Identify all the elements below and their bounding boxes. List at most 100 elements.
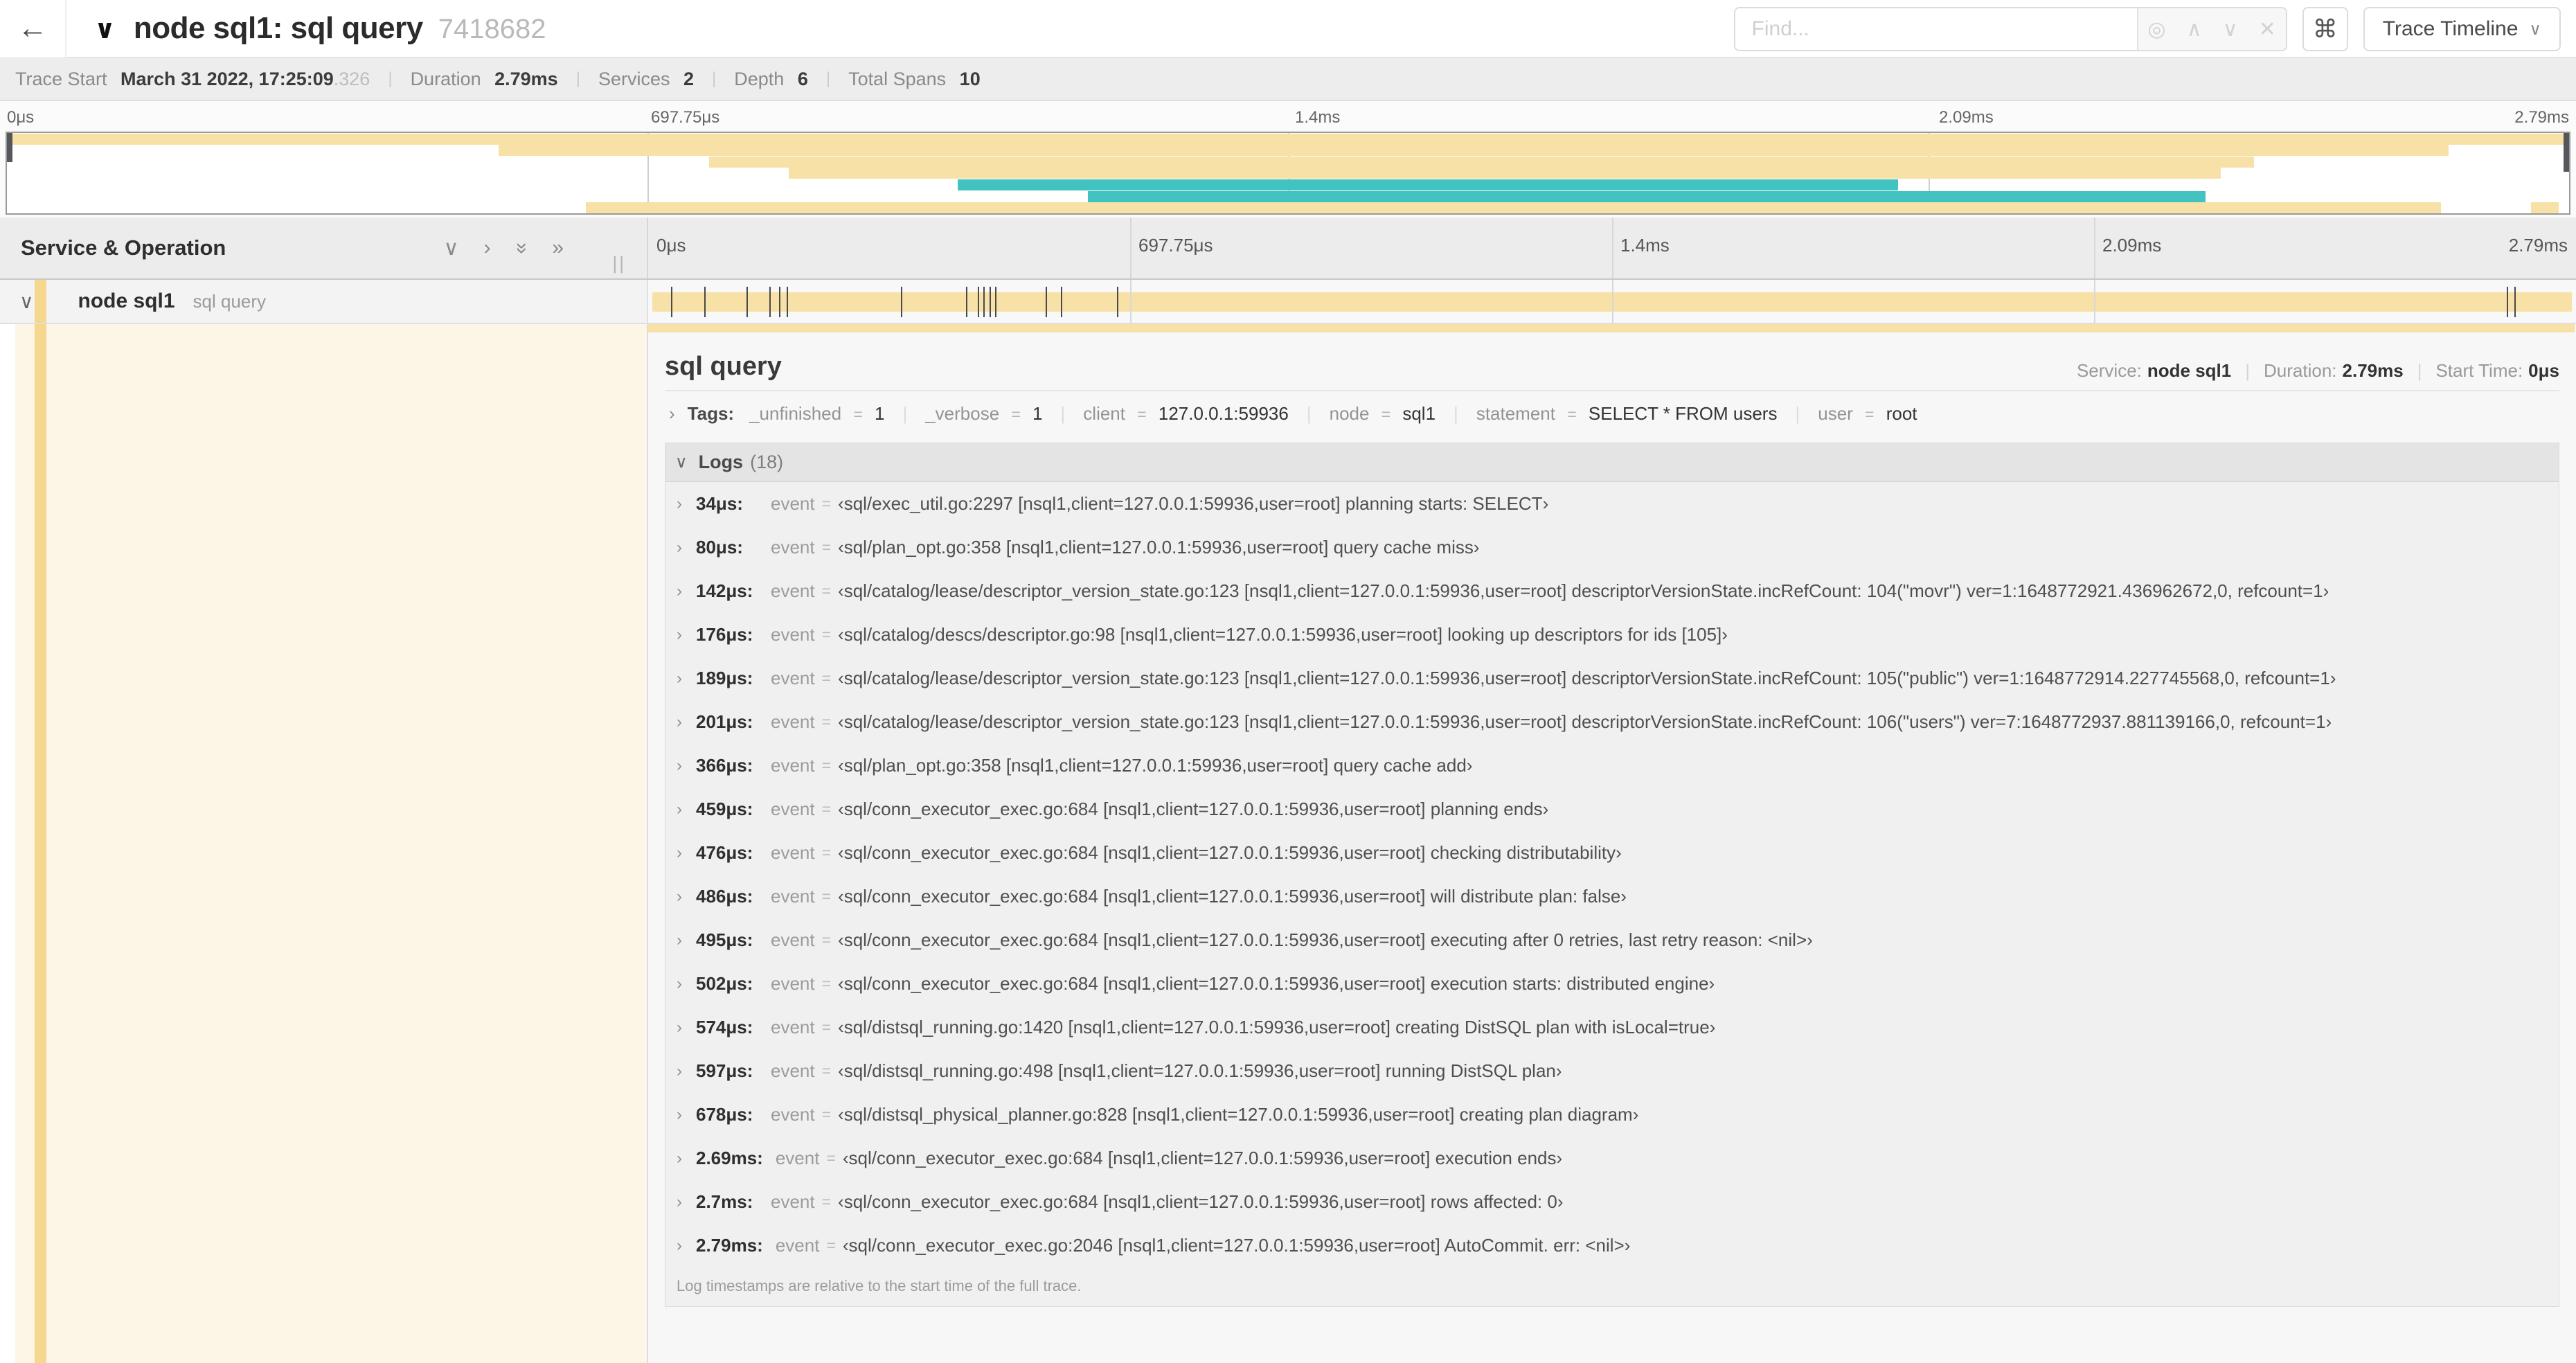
tag-key: user: [1818, 402, 1859, 424]
timeline-column-header: Service & Operation ∨ › » » || 0μs 697.75…: [0, 217, 2576, 280]
log-rows: › 34μs: event = ‹sql/exec_util.go:2297 […: [665, 482, 2559, 1267]
chevron-right-icon[interactable]: ›: [677, 495, 682, 514]
span-detail-title: sql query: [665, 352, 782, 381]
log-field-value: ‹sql/conn_executor_exec.go:684 [nsql1,cl…: [838, 842, 1622, 863]
collapse-all-icon[interactable]: »: [509, 242, 533, 254]
span-log-marker: [769, 287, 771, 317]
chevron-right-icon[interactable]: ›: [677, 887, 682, 907]
keyboard-shortcuts-button[interactable]: ⌘: [2302, 7, 2348, 51]
log-row[interactable]: › 2.69ms: event = ‹sql/conn_executor_exe…: [665, 1137, 2559, 1180]
tag-value: 127.0.0.1:59936: [1153, 402, 1289, 424]
clear-search-icon[interactable]: ✕: [2259, 17, 2276, 42]
expand-all-icon[interactable]: »: [552, 236, 564, 260]
chevron-right-icon[interactable]: ›: [677, 1105, 682, 1125]
log-row[interactable]: › 476μs: event = ‹sql/conn_executor_exec…: [665, 831, 2559, 875]
log-field-value: ‹sql/distsql_running.go:1420 [nsql1,clie…: [838, 1017, 1716, 1037]
log-row[interactable]: › 678μs: event = ‹sql/distsql_physical_p…: [665, 1093, 2559, 1137]
chevron-right-icon[interactable]: ›: [677, 1236, 682, 1256]
log-field-key: event: [771, 1191, 815, 1212]
log-timestamp: 189μs:: [696, 668, 753, 688]
minimap-left-scrubber[interactable]: [7, 133, 12, 162]
logs-section: ∨ Logs (18) › 34μs: event = ‹sql/exec_ut…: [665, 443, 2559, 1307]
chevron-right-icon[interactable]: ›: [677, 974, 682, 994]
chevron-right-icon[interactable]: ›: [677, 931, 682, 950]
log-field-value: ‹sql/catalog/lease/descriptor_version_st…: [838, 580, 2329, 601]
chevron-right-icon[interactable]: ›: [677, 1149, 682, 1168]
trace-view-selector[interactable]: Trace Timeline ∨: [2363, 7, 2561, 51]
prev-result-icon[interactable]: ∧: [2187, 17, 2202, 42]
tag-separator: |: [1306, 402, 1312, 424]
trace-page-header: ← ∨ node sql1: sql query 7418682 ◎ ∧ ∨ ✕…: [0, 0, 2576, 58]
minimap-right-scrubber[interactable]: [2564, 133, 2569, 172]
logs-label: Logs: [698, 452, 744, 472]
log-field-key: event: [771, 1017, 815, 1037]
log-row[interactable]: › 189μs: event = ‹sql/catalog/lease/desc…: [665, 657, 2559, 700]
chevron-right-icon[interactable]: ›: [677, 1018, 682, 1037]
chevron-right-icon[interactable]: ›: [677, 1062, 682, 1081]
log-row[interactable]: › 80μs: event = ‹sql/plan_opt.go:358 [ns…: [665, 526, 2559, 569]
chevron-right-icon[interactable]: ›: [677, 1193, 682, 1212]
title-collapse-icon[interactable]: ∨: [94, 14, 116, 45]
service-operation-header: Service & Operation ∨ › » » ||: [0, 217, 648, 278]
log-row[interactable]: › 2.7ms: event = ‹sql/conn_executor_exec…: [665, 1180, 2559, 1224]
tag-value: sql1: [1397, 402, 1436, 424]
minimap-canvas[interactable]: [6, 132, 2570, 215]
log-field-key: event: [771, 537, 815, 558]
log-field-key: event: [771, 624, 815, 645]
log-row[interactable]: › 574μs: event = ‹sql/distsql_running.go…: [665, 1006, 2559, 1049]
chevron-right-icon[interactable]: ›: [677, 538, 682, 558]
log-timestamp: 597μs:: [696, 1060, 753, 1081]
span-collapse-icon[interactable]: ∨: [19, 290, 34, 313]
span-row[interactable]: ∨ node sql1 sql query: [0, 280, 2576, 324]
chevron-right-icon[interactable]: ›: [677, 713, 682, 732]
chevron-right-icon[interactable]: ›: [677, 756, 682, 776]
span-color-indicator: [35, 324, 46, 1363]
log-field-value: ‹sql/distsql_physical_planner.go:828 [ns…: [838, 1104, 1639, 1125]
find-input[interactable]: [1735, 8, 2137, 50]
minimap-span-bar: [1088, 190, 2206, 202]
log-field-value: ‹sql/catalog/descs/descriptor.go:98 [nsq…: [838, 624, 1728, 645]
chevron-right-icon[interactable]: ›: [669, 403, 675, 425]
trace-id: 7418682: [438, 14, 546, 44]
log-row[interactable]: › 201μs: event = ‹sql/catalog/lease/desc…: [665, 700, 2559, 744]
chevron-right-icon[interactable]: ›: [677, 625, 682, 645]
chevron-right-icon[interactable]: ›: [677, 669, 682, 688]
log-row[interactable]: › 502μs: event = ‹sql/conn_executor_exec…: [665, 962, 2559, 1006]
log-field-value: ‹sql/conn_executor_exec.go:684 [nsql1,cl…: [838, 886, 1627, 907]
expand-one-icon[interactable]: ›: [484, 236, 491, 260]
span-log-marker: [704, 287, 706, 317]
focus-trace-icon[interactable]: ◎: [2148, 17, 2166, 42]
tick-label: 2.79ms: [2508, 235, 2568, 256]
tag-pair: user = root: [1818, 402, 1917, 424]
log-row[interactable]: › 34μs: event = ‹sql/exec_util.go:2297 […: [665, 482, 2559, 526]
tick-label: 2.79ms: [2514, 108, 2569, 127]
log-row[interactable]: › 459μs: event = ‹sql/conn_executor_exec…: [665, 787, 2559, 831]
chevron-right-icon[interactable]: ›: [677, 844, 682, 863]
chevron-right-icon[interactable]: ›: [677, 800, 682, 819]
span-operation-name: sql query: [193, 290, 267, 312]
tag-separator: |: [1454, 402, 1458, 424]
back-button[interactable]: ←: [0, 0, 66, 57]
child-span-bar-partial: [648, 324, 2576, 333]
tag-key: statement: [1476, 402, 1561, 424]
next-result-icon[interactable]: ∨: [2223, 17, 2238, 42]
log-row[interactable]: › 486μs: event = ‹sql/conn_executor_exec…: [665, 875, 2559, 918]
collapse-one-icon[interactable]: ∨: [444, 236, 459, 260]
log-row[interactable]: › 142μs: event = ‹sql/catalog/lease/desc…: [665, 569, 2559, 613]
log-field-key: event: [771, 1104, 815, 1125]
log-row[interactable]: › 366μs: event = ‹sql/plan_opt.go:358 [n…: [665, 744, 2559, 787]
log-row[interactable]: › 495μs: event = ‹sql/conn_executor_exec…: [665, 918, 2559, 962]
timeline-tick-header: 0μs 697.75μs 1.4ms 2.09ms 2.79ms: [648, 217, 2576, 278]
find-ops: ◎ ∧ ∨ ✕: [2136, 8, 2286, 50]
log-row[interactable]: › 597μs: event = ‹sql/distsql_running.go…: [665, 1049, 2559, 1093]
tag-key: client: [1083, 402, 1131, 424]
tags-row[interactable]: › Tags: _unfinished = 1 | _verbose = 1 |…: [665, 391, 2559, 436]
column-resizer-handle[interactable]: ||: [612, 253, 626, 274]
chevron-right-icon[interactable]: ›: [677, 582, 682, 601]
timeline-gridline: [2094, 280, 2095, 323]
log-row[interactable]: › 176μs: event = ‹sql/catalog/descs/desc…: [665, 613, 2559, 657]
logs-header[interactable]: ∨ Logs (18): [665, 443, 2559, 482]
span-log-marker: [746, 287, 748, 317]
log-row[interactable]: › 2.79ms: event = ‹sql/conn_executor_exe…: [665, 1224, 2559, 1267]
log-field-value: ‹sql/conn_executor_exec.go:684 [nsql1,cl…: [842, 1148, 1563, 1168]
